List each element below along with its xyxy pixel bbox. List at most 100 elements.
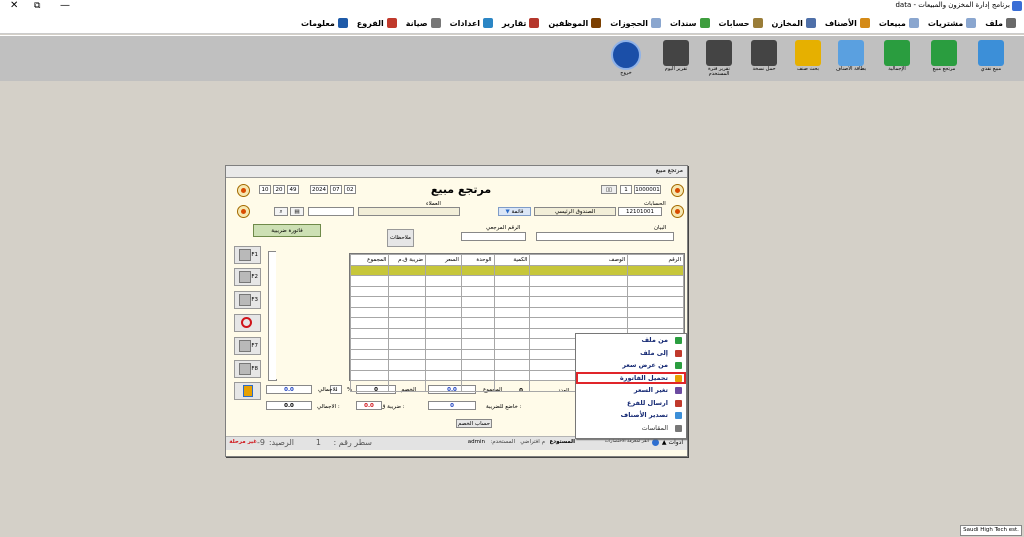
table-cell[interactable]	[388, 285, 427, 297]
prev-record-button[interactable]	[237, 184, 250, 197]
toolbar-button-1[interactable]: مرتجع مبيع	[926, 38, 962, 78]
table-cell[interactable]	[529, 285, 629, 297]
book-icon[interactable]: ▯▯	[601, 185, 617, 194]
toolbar-button-3[interactable]: بطاقة الأصناف	[833, 38, 869, 78]
column-header[interactable]: الرقم	[627, 254, 684, 266]
list-button[interactable]: ▼ قائمة	[498, 207, 531, 216]
table-cell[interactable]	[425, 296, 462, 308]
column-header[interactable]: الوصف	[529, 254, 629, 266]
side-button-copy[interactable]: F3	[234, 291, 261, 309]
dialog-titlebar[interactable]: مرتجع مبيع	[226, 166, 687, 178]
table-cell[interactable]	[627, 285, 684, 297]
table-cell[interactable]	[388, 317, 427, 329]
time-minute-field[interactable]: 20	[273, 185, 285, 194]
toolbar-button-2[interactable]: الإجمالية	[879, 38, 915, 78]
minimize-icon[interactable]: —	[60, 0, 70, 12]
copies-field[interactable]: 1	[620, 185, 632, 194]
toolbar-button-7[interactable]: تقرير اليوم	[658, 38, 694, 78]
popup-item-1[interactable]: إلى ملف	[576, 347, 686, 360]
side-button-save[interactable]: F2	[234, 268, 261, 286]
menu-8[interactable]: الموظفين	[548, 18, 602, 28]
table-cell[interactable]	[349, 348, 390, 360]
table-cell[interactable]	[529, 275, 629, 287]
table-cell[interactable]	[460, 306, 495, 318]
table-cell[interactable]	[388, 327, 427, 339]
table-cell[interactable]	[425, 317, 462, 329]
table-cell[interactable]	[349, 338, 390, 350]
popup-item-7[interactable]: المقاسات	[576, 422, 686, 435]
tools-menu[interactable]: أدوات ▲	[662, 439, 683, 446]
table-cell[interactable]	[425, 338, 462, 350]
table-cell[interactable]	[460, 369, 495, 381]
menu-7[interactable]: الحجوزات	[610, 18, 661, 28]
column-header[interactable]: المجموع	[349, 254, 390, 266]
table-cell[interactable]	[493, 369, 531, 381]
table-cell[interactable]	[349, 285, 390, 297]
popup-item-5[interactable]: ارسال للفرع	[576, 397, 686, 410]
column-header[interactable]: السعر	[425, 254, 462, 266]
table-row[interactable]	[349, 275, 684, 287]
popup-item-4[interactable]: تغير السعر	[576, 384, 686, 397]
table-row[interactable]	[349, 317, 684, 329]
close-icon[interactable]: ✕	[10, 0, 18, 12]
table-cell[interactable]	[493, 338, 531, 350]
side-button-cancel[interactable]	[234, 314, 261, 332]
menu-12[interactable]: الفروع	[357, 18, 397, 28]
help-icon[interactable]	[652, 439, 659, 446]
statement-field[interactable]	[536, 232, 674, 241]
table-cell[interactable]	[388, 296, 427, 308]
table-cell[interactable]	[388, 380, 427, 392]
menu-6[interactable]: سندات	[670, 18, 710, 28]
toolbar-button-6[interactable]: تقرير فترة المستخدم	[701, 38, 737, 78]
table-cell[interactable]	[425, 380, 462, 392]
table-cell[interactable]	[349, 264, 390, 276]
tax-invoice-button[interactable]: فاتورة ضريبية	[253, 224, 321, 237]
table-cell[interactable]	[529, 296, 629, 308]
table-cell[interactable]	[493, 359, 531, 371]
table-cell[interactable]	[493, 296, 531, 308]
customer-nav-button[interactable]	[237, 205, 250, 218]
table-cell[interactable]	[388, 369, 427, 381]
toolbar-button-0[interactable]: مبيع نقدي	[973, 38, 1009, 78]
table-cell[interactable]	[493, 264, 531, 276]
table-cell[interactable]	[425, 327, 462, 339]
table-cell[interactable]	[425, 348, 462, 360]
menu-1[interactable]: مشتريات	[928, 18, 977, 28]
table-cell[interactable]	[460, 285, 495, 297]
table-cell[interactable]	[460, 380, 495, 392]
notes-button[interactable]: ملاحظات	[387, 229, 414, 247]
table-cell[interactable]	[425, 264, 462, 276]
table-cell[interactable]	[460, 275, 495, 287]
menu-0[interactable]: ملف	[985, 18, 1016, 28]
table-cell[interactable]	[493, 285, 531, 297]
table-cell[interactable]	[627, 264, 684, 276]
table-row[interactable]	[349, 285, 684, 297]
side-button-print[interactable]: F8	[234, 360, 261, 378]
restore-icon[interactable]: ⧉	[34, 0, 40, 12]
table-cell[interactable]	[493, 327, 531, 339]
table-cell[interactable]	[460, 264, 495, 276]
table-cell[interactable]	[493, 380, 531, 392]
side-button-zoom[interactable]: F7	[234, 337, 261, 355]
table-cell[interactable]	[493, 348, 531, 360]
menu-2[interactable]: مبيعات	[879, 18, 919, 28]
table-cell[interactable]	[349, 296, 390, 308]
table-cell[interactable]	[349, 359, 390, 371]
table-cell[interactable]	[460, 317, 495, 329]
table-cell[interactable]	[425, 306, 462, 318]
account-name-field[interactable]: الصندوق الرئيسي	[534, 207, 616, 216]
table-cell[interactable]	[460, 348, 495, 360]
date-month-field[interactable]: 07	[330, 185, 342, 194]
table-cell[interactable]	[493, 275, 531, 287]
table-cell[interactable]	[493, 317, 531, 329]
table-cell[interactable]	[388, 306, 427, 318]
menu-9[interactable]: تقارير	[502, 18, 540, 28]
table-cell[interactable]	[349, 275, 390, 287]
date-day-field[interactable]: 02	[344, 185, 356, 194]
column-header[interactable]: الوحدة	[460, 254, 495, 266]
table-cell[interactable]	[460, 296, 495, 308]
table-cell[interactable]	[627, 296, 684, 308]
table-cell[interactable]	[349, 317, 390, 329]
side-button-page[interactable]: F1	[234, 246, 261, 264]
table-cell[interactable]	[349, 369, 390, 381]
